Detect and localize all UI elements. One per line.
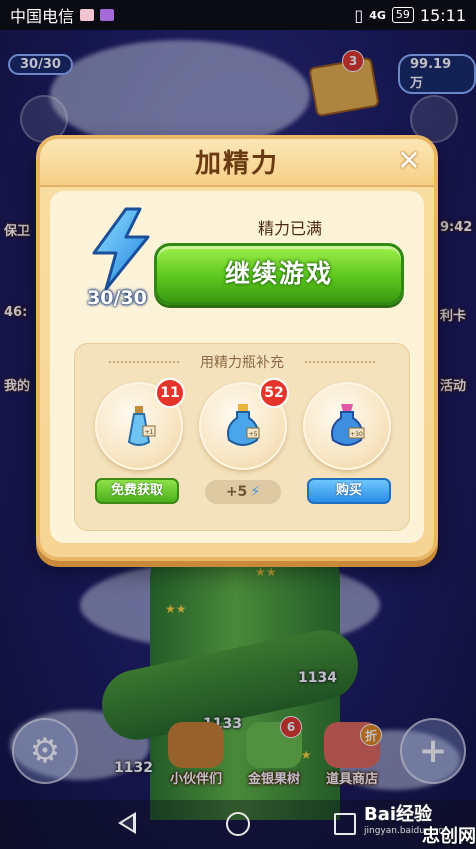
medium-bottle-amount: +5 bbox=[249, 431, 258, 438]
carrier-label: 中国电信 bbox=[10, 7, 75, 26]
dialog-title: 加精力 bbox=[194, 149, 279, 179]
plus-five-label: +5 bbox=[225, 484, 248, 500]
app-notification-icon bbox=[100, 9, 115, 21]
status-bar: 中国电信 ▯ 4G 59 15:11 bbox=[0, 0, 476, 30]
medium-bottle-slot[interactable]: +5 52 bbox=[199, 378, 289, 470]
small-bottle-amount: +1 bbox=[145, 429, 154, 436]
recent-apps-icon[interactable] bbox=[334, 813, 356, 835]
site-watermark: 忠创网 bbox=[422, 826, 476, 847]
large-bottle-slot[interactable]: +30 bbox=[303, 382, 391, 470]
medium-bottle-count: 52 bbox=[259, 378, 289, 408]
buy-button[interactable]: 购买 bbox=[307, 478, 391, 504]
free-get-button[interactable]: 免费获取 bbox=[95, 478, 179, 504]
divider bbox=[305, 361, 375, 363]
large-energy-bottle-icon: +30 bbox=[331, 404, 365, 446]
small-bottle-slot[interactable]: +1 11 bbox=[95, 378, 185, 470]
small-bottle-count: 11 bbox=[155, 378, 185, 408]
network-label: 4G bbox=[369, 8, 386, 22]
home-icon[interactable] bbox=[226, 812, 250, 836]
lightning-icon bbox=[92, 207, 150, 291]
lightning-icon: ⚡ bbox=[250, 484, 261, 500]
dialog-body: 30/30 精力已满 继续游戏 用精力瓶补充 +1 11 +5 52 +30 免… bbox=[50, 191, 424, 543]
medium-energy-bottle-icon: +5 bbox=[227, 404, 260, 446]
dialog-header: 加精力 ✕ bbox=[40, 139, 434, 187]
close-button[interactable]: ✕ bbox=[396, 147, 422, 175]
plus-five-indicator: +5 ⚡ bbox=[205, 480, 281, 504]
small-energy-bottle-icon: +1 bbox=[127, 406, 156, 446]
back-icon[interactable] bbox=[118, 812, 136, 834]
mail-notification-icon bbox=[80, 9, 95, 21]
vibrate-icon: ▯ bbox=[354, 5, 364, 25]
large-bottle-amount: +30 bbox=[350, 431, 363, 438]
energy-count: 30/30 bbox=[87, 287, 147, 309]
battery-indicator: 59 bbox=[391, 7, 414, 23]
add-energy-dialog: 加精力 ✕ 30/30 精力已满 继续游戏 用精力瓶补充 +1 11 +5 52… bbox=[36, 135, 438, 561]
energy-status: 精力已满 bbox=[257, 219, 322, 238]
continue-game-button[interactable]: 继续游戏 bbox=[154, 243, 404, 305]
clock: 15:11 bbox=[419, 5, 466, 25]
refill-panel: 用精力瓶补充 +1 11 +5 52 +30 免费获取 +5 ⚡ 购买 bbox=[74, 343, 410, 531]
